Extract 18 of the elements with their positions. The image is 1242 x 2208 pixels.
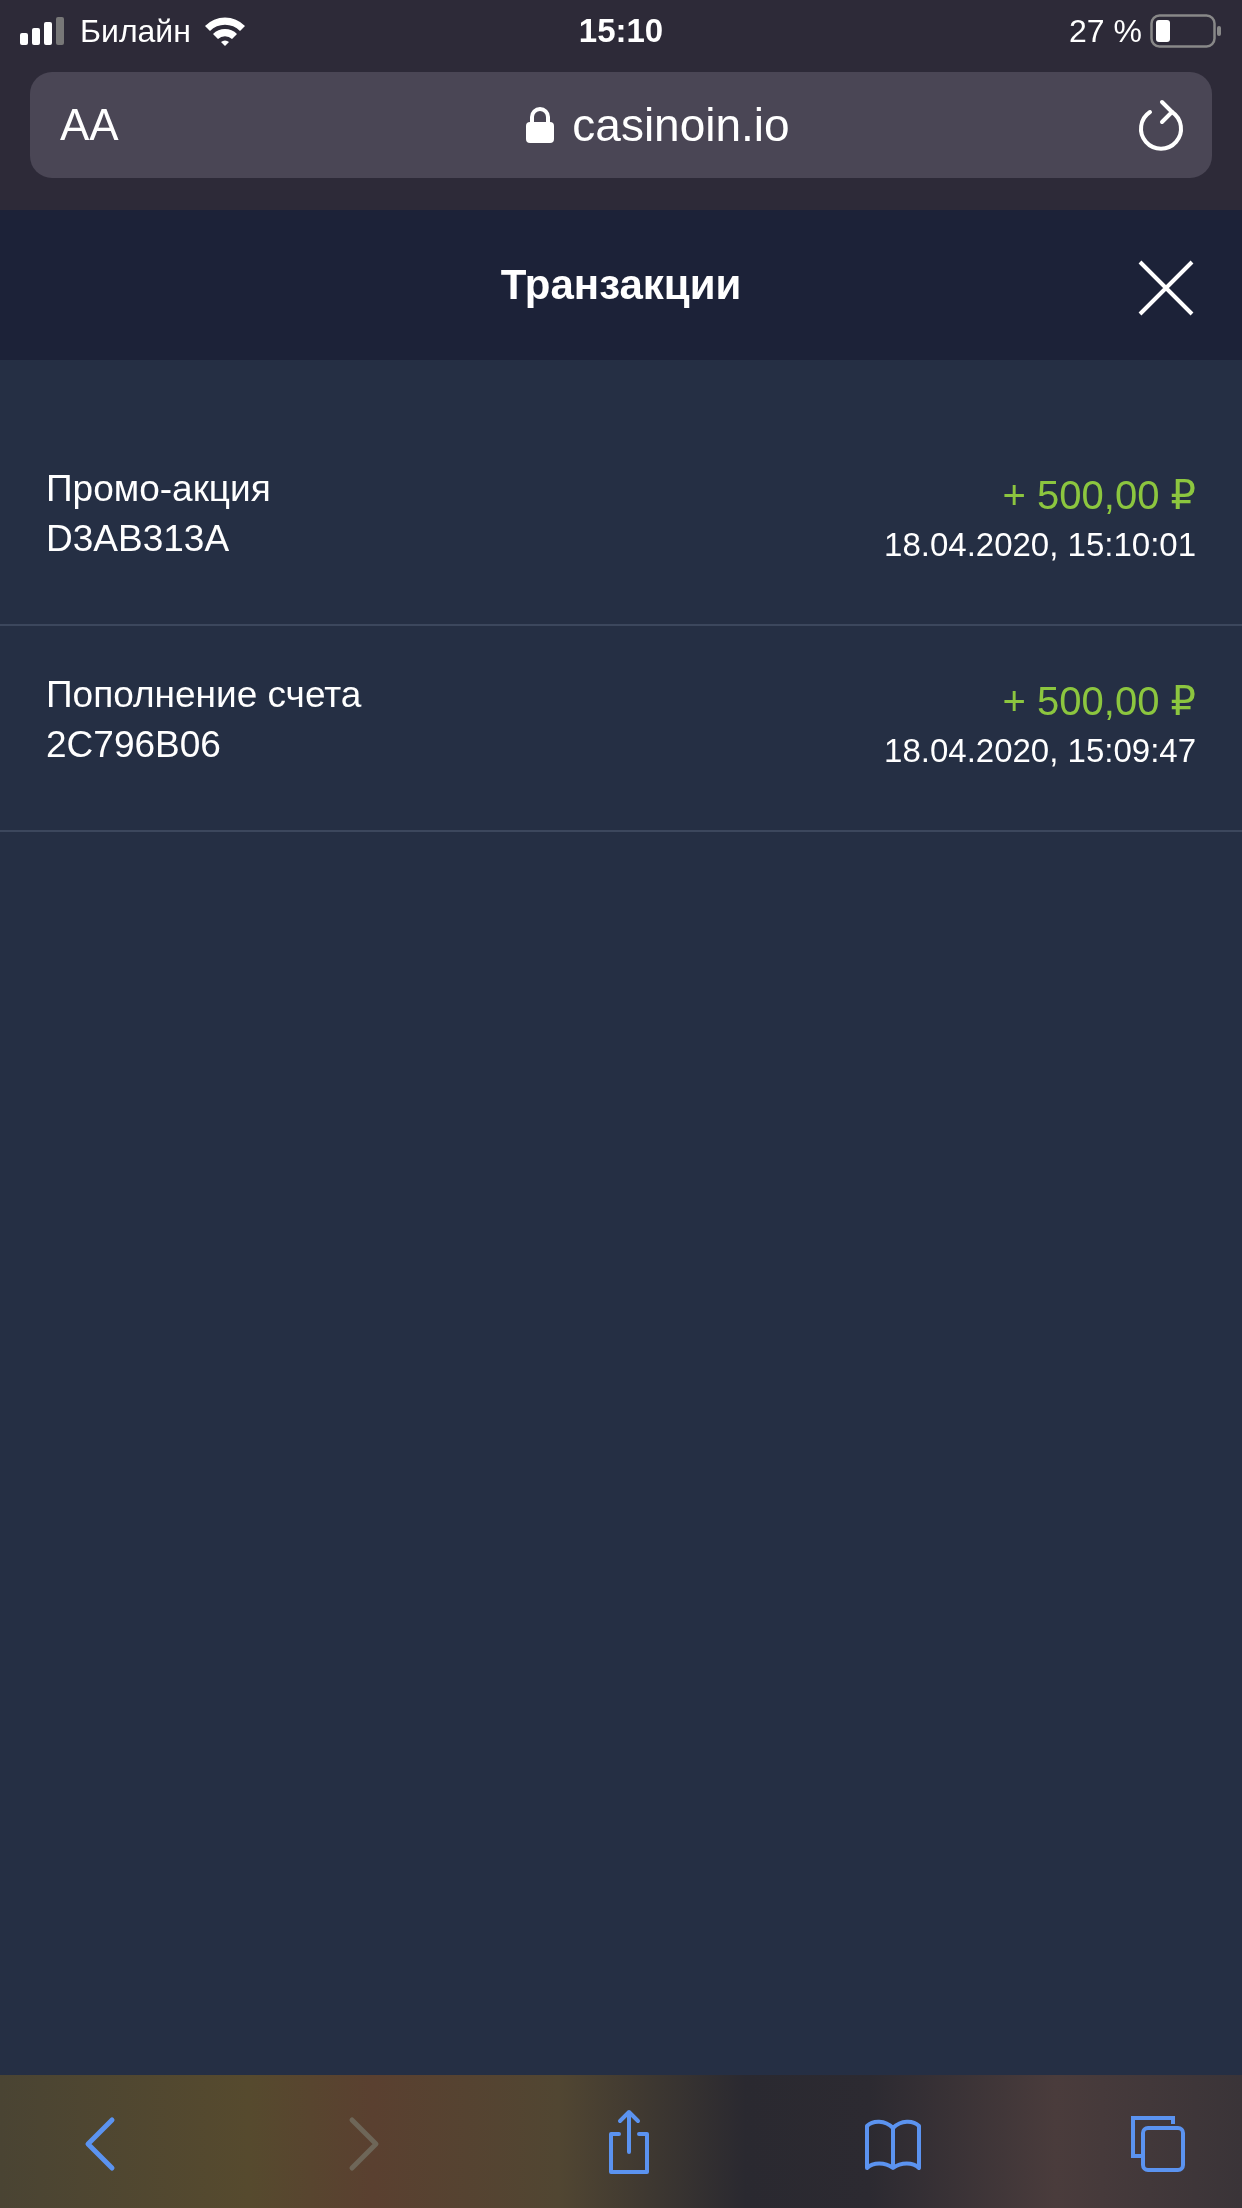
transaction-date: 18.04.2020, 15:09:47 (884, 732, 1196, 770)
page-title: Транзакции (500, 261, 742, 309)
carrier-name: Билайн (80, 12, 191, 50)
transaction-amount: + 500,00 ₽ (1002, 678, 1196, 724)
reload-icon[interactable] (1136, 98, 1186, 152)
transaction-date: 18.04.2020, 15:10:01 (884, 526, 1196, 564)
lock-icon (526, 107, 555, 143)
battery-percent: 27 % (1069, 12, 1142, 50)
battery-icon (1150, 14, 1222, 48)
transaction-code: D3AB313A (46, 518, 231, 560)
transaction-title: Пополнение счета (46, 674, 362, 716)
transaction-title: Промо-акция (46, 468, 271, 510)
url-text[interactable]: casinoin.io (572, 98, 790, 152)
close-button[interactable] (1136, 258, 1196, 318)
transaction-amount: + 500,00 ₽ (1002, 472, 1196, 518)
transaction-code: 2C796B06 (46, 724, 222, 766)
clock-time: 15:10 (578, 12, 664, 50)
text-size-button[interactable]: AA (60, 100, 180, 150)
